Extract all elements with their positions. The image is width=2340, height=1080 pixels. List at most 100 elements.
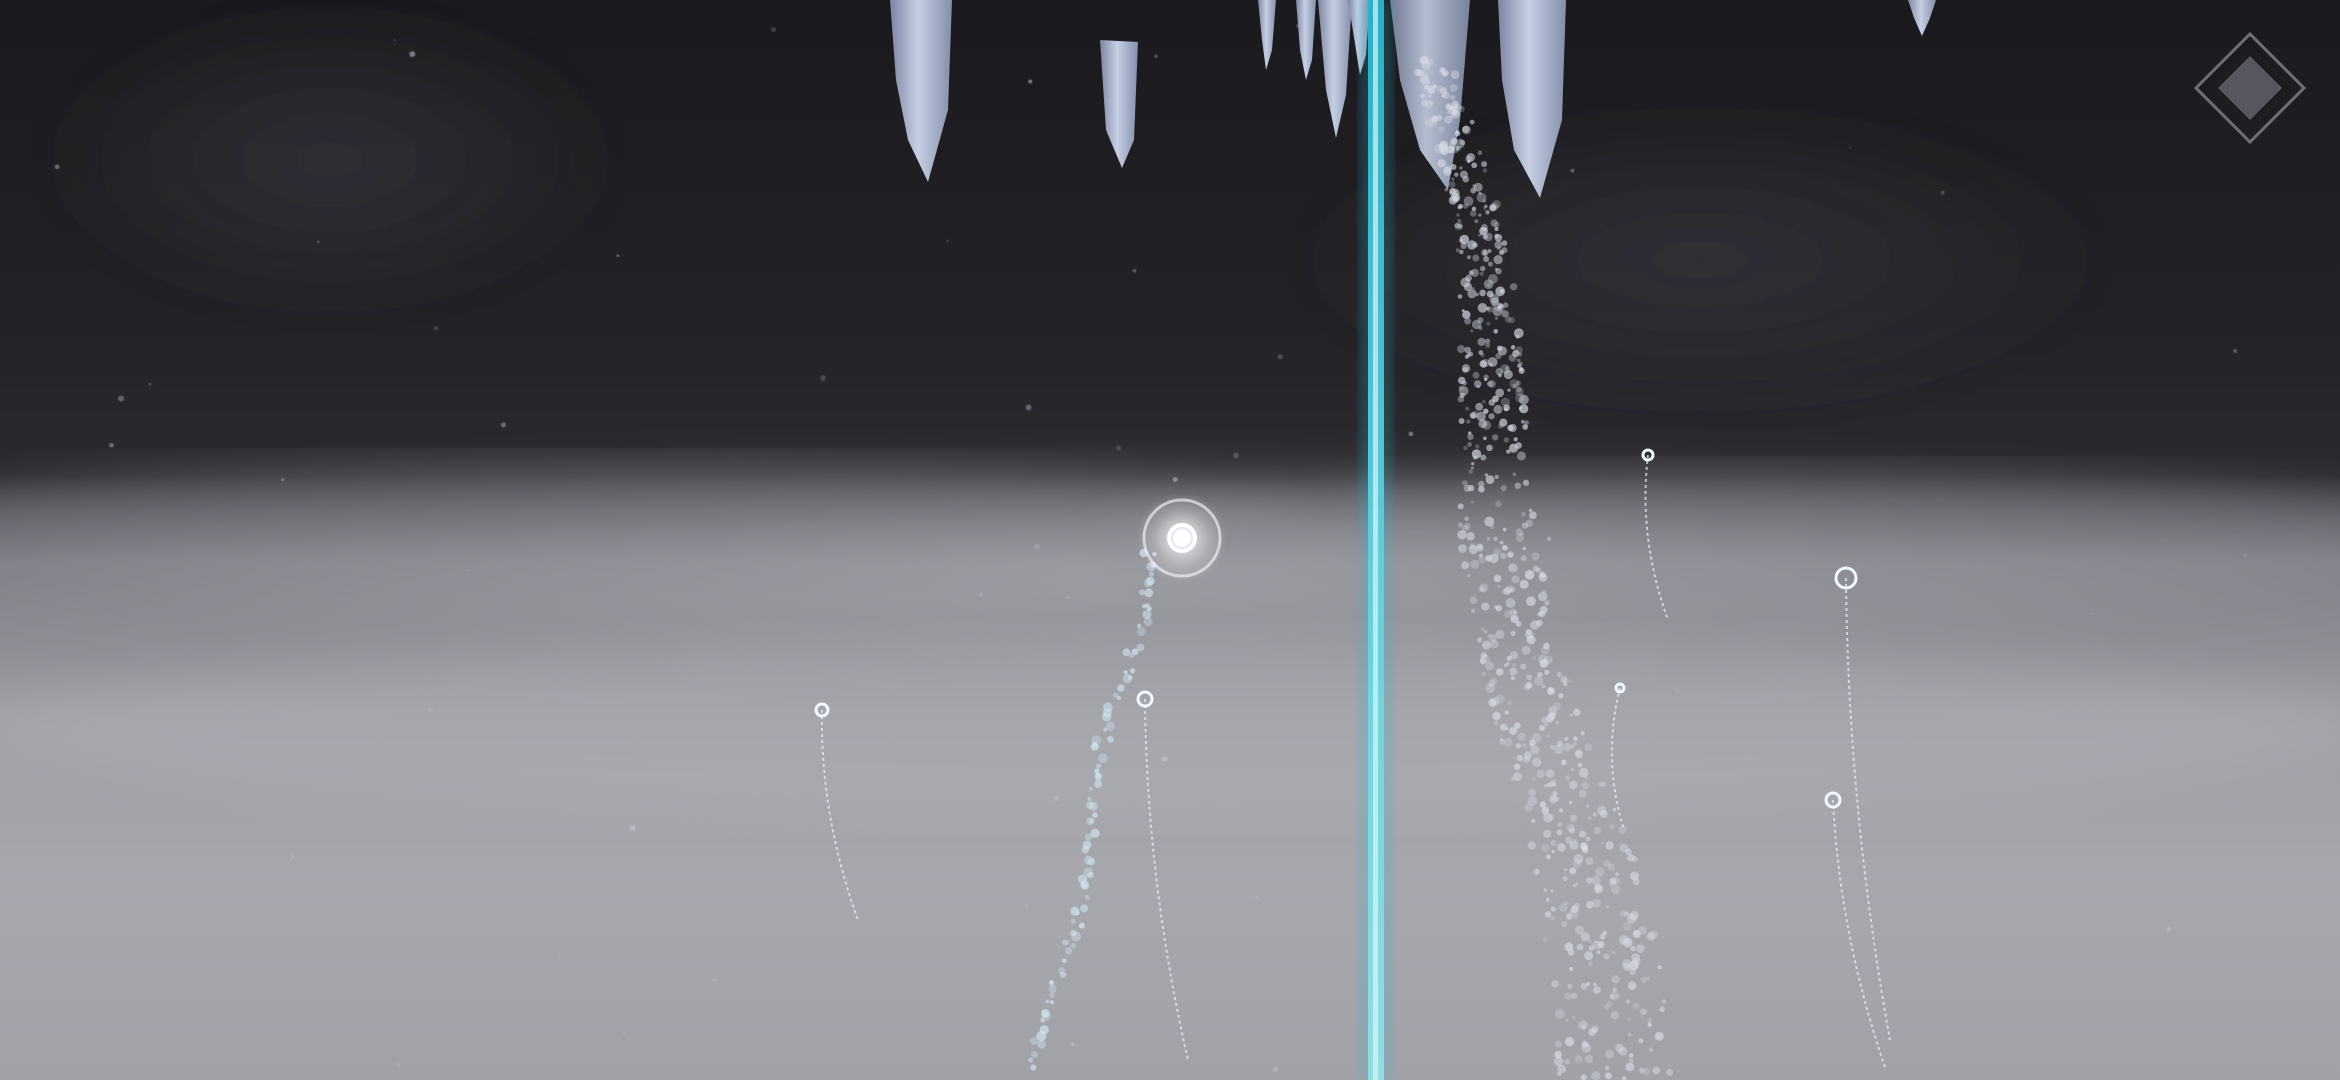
mist-particle xyxy=(1467,484,1475,492)
mist-particle xyxy=(1585,804,1590,808)
mist-particle xyxy=(1477,303,1488,313)
mist-particle xyxy=(1563,682,1568,687)
mist-particle xyxy=(1466,419,1471,424)
mist-particle xyxy=(1555,720,1560,725)
mist-particle xyxy=(1514,722,1521,729)
mist-particle xyxy=(1551,849,1555,854)
mist-particle xyxy=(1459,238,1464,243)
mist-particle xyxy=(1454,222,1463,231)
trail-particle xyxy=(1048,985,1057,993)
mist-particle xyxy=(1475,543,1484,552)
mist-particle xyxy=(1480,223,1488,231)
mist-particle xyxy=(1545,769,1555,778)
mist-particle xyxy=(1472,455,1477,460)
mist-particle xyxy=(1502,588,1509,595)
mist-particle xyxy=(1504,663,1508,667)
mist-particle xyxy=(1451,100,1459,109)
trail-particle xyxy=(1070,918,1076,925)
mist-particle xyxy=(1568,827,1575,834)
mist-particle xyxy=(1528,508,1533,512)
pause-button[interactable] xyxy=(2192,30,2308,146)
mist-particle xyxy=(1444,188,1448,192)
mist-particle xyxy=(1442,91,1450,100)
mist-particle xyxy=(1471,206,1477,211)
mist-particle xyxy=(1648,1047,1654,1052)
mist-particle xyxy=(1558,693,1564,699)
mist-particle xyxy=(1546,734,1550,738)
mist-particle xyxy=(1504,710,1510,715)
mist-particle xyxy=(1516,754,1523,762)
trail-particle xyxy=(1084,833,1093,841)
mist-particle xyxy=(1437,159,1446,168)
mist-particle xyxy=(1584,951,1594,961)
mist-particle xyxy=(1564,736,1569,741)
mist-particle xyxy=(1657,965,1662,970)
mist-particle xyxy=(1493,605,1498,610)
mist-particle xyxy=(1545,897,1550,902)
mist-particle xyxy=(1609,824,1615,830)
mist-particle xyxy=(1632,878,1640,885)
mist-particle xyxy=(1592,986,1601,995)
mist-particle xyxy=(1461,364,1471,373)
mist-particle xyxy=(1572,884,1576,888)
mist-particle xyxy=(1490,219,1498,227)
game-scene[interactable] xyxy=(0,0,2340,1080)
mist-particle xyxy=(1432,84,1437,89)
mist-particle xyxy=(1483,374,1489,380)
mist-particle xyxy=(1480,454,1487,461)
mist-particle xyxy=(1592,812,1597,817)
mist-particle xyxy=(1569,840,1579,850)
mist-particle xyxy=(1486,444,1493,452)
mist-particle xyxy=(1544,655,1553,665)
mist-particle xyxy=(1487,261,1493,267)
mist-particle xyxy=(1552,791,1558,797)
mist-particle xyxy=(1454,130,1461,137)
mist-particle xyxy=(1594,867,1605,877)
mist-particle xyxy=(1485,555,1492,562)
mist-particle xyxy=(1481,399,1486,404)
mist-particle xyxy=(1420,93,1425,99)
mist-particle xyxy=(1468,469,1474,474)
mist-particle xyxy=(1483,279,1494,290)
mist-particle xyxy=(1456,145,1462,151)
mist-particle xyxy=(1537,611,1542,617)
trail-particle xyxy=(1086,801,1094,809)
mist-particle xyxy=(1647,1018,1652,1024)
mist-particle xyxy=(1450,70,1460,80)
trail-particle xyxy=(1036,1031,1047,1042)
mist-particle xyxy=(1471,287,1476,291)
mist-particle xyxy=(1593,826,1602,835)
mist-particle xyxy=(1531,776,1536,781)
mist-particle xyxy=(1457,105,1465,113)
mist-particle xyxy=(1464,516,1469,521)
mist-particle xyxy=(1487,357,1498,367)
mist-particle xyxy=(1522,424,1528,430)
mist-particle xyxy=(1471,462,1475,466)
player-orb xyxy=(1136,492,1228,584)
mist-particle xyxy=(1493,404,1503,414)
mist-particle xyxy=(1472,254,1480,262)
mist-particle xyxy=(1478,485,1485,493)
mist-particle xyxy=(1428,118,1438,128)
mist-particle xyxy=(1534,676,1544,686)
mist-particle xyxy=(1580,1074,1587,1080)
player-orb-trail xyxy=(1028,548,1157,1071)
mist-particle xyxy=(1598,782,1603,787)
mist-particle xyxy=(1570,814,1578,822)
mist-particle xyxy=(1510,630,1516,637)
mist-particle xyxy=(1588,945,1595,951)
mist-particle xyxy=(1490,297,1499,306)
trail-particle xyxy=(1078,922,1085,929)
trail-particle xyxy=(1090,742,1099,751)
mist-particle xyxy=(1464,354,1469,359)
mist-particle xyxy=(1573,913,1579,919)
mist-particle xyxy=(1472,371,1480,379)
mist-particle xyxy=(1459,249,1464,255)
mist-particle xyxy=(1526,596,1536,607)
mist-particle xyxy=(1522,546,1526,551)
mist-particle xyxy=(1461,561,1470,570)
trail-particle xyxy=(1123,670,1128,675)
mist-particle xyxy=(1497,346,1507,356)
trail-particle xyxy=(1048,980,1054,985)
trail-particle xyxy=(1094,773,1103,782)
